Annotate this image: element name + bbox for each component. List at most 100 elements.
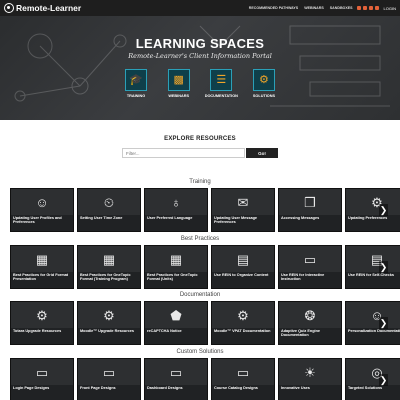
resource-carousel: ▦ Best Practices for Grid Format Presenta… [10, 245, 400, 289]
card-thumbnail: ▭ [279, 246, 341, 272]
card-title: Innovative Uses [281, 386, 310, 390]
gears-icon: ⚙ [36, 307, 48, 323]
resource-card[interactable]: ▭ Dashboard Designs [144, 358, 208, 400]
card-title: Use REIN to Organize Content [214, 273, 269, 277]
card-title: Targeted Solutions [348, 386, 383, 390]
go-button[interactable]: Go! [246, 148, 278, 158]
quick-link-solutions[interactable]: ⚙ SOLUTIONS [244, 69, 284, 98]
resource-card[interactable]: ⚙ Updating Preferences [345, 188, 400, 232]
resource-card[interactable]: ⚙ Moodle™ Upgrade Resources [77, 301, 141, 345]
nav-links: RECOMMENDED PATHWAYS WEBINARS SANDBOXES [249, 6, 353, 10]
nav-webinars[interactable]: WEBINARS [304, 6, 324, 10]
card-thumbnail: ▭ [145, 359, 207, 385]
card-title: Best Practices for OneTopic Format (Trai… [80, 273, 131, 282]
card-title: reCAPTCHA Notice [147, 329, 182, 333]
resource-card[interactable]: ▭ Use REIN for Interactive Instruction [278, 245, 342, 289]
card-thumbnail: ⚙ [346, 189, 400, 215]
resource-card[interactable]: ⬟ reCAPTCHA Notice [144, 301, 208, 345]
presentation-icon: ▩ [167, 69, 190, 91]
bulb-icon: ☀ [304, 364, 316, 380]
section-title: Training [189, 179, 211, 185]
resource-card[interactable]: ▭ Front Page Designs [77, 358, 141, 400]
card-title: Use REIN for Interactive Instruction [281, 273, 325, 282]
card-thumbnail: ☺ [346, 302, 400, 328]
resource-card[interactable]: ☀ Innovative Uses [278, 358, 342, 400]
resource-card[interactable]: ▤ Use REIN for Self-Checks [345, 245, 400, 289]
screen-icon: ▭ [303, 251, 317, 267]
card-thumbnail: ❂ [279, 302, 341, 328]
card-title: Updating User Message Preferences [214, 216, 258, 225]
screen-icon: ▭ [236, 364, 250, 380]
card-title: Best Practices for OneTopic Format (Unit… [147, 273, 198, 282]
resource-card[interactable]: ✉ Updating User Message Preferences [211, 188, 275, 232]
resource-card[interactable]: ⏲ Setting User Time Zone [77, 188, 141, 232]
card-thumbnail: ▭ [78, 359, 140, 385]
card-thumbnail: ▭ [11, 359, 73, 385]
card-thumbnail: ▦ [78, 246, 140, 272]
resource-card[interactable]: ☺ Personalization Documentation [345, 301, 400, 345]
resource-card[interactable]: ⚙ Totara Upgrade Resources [10, 301, 74, 345]
resource-card[interactable]: ◎ Targeted Solutions [345, 358, 400, 400]
brand-logo[interactable]: Remote-Learner [4, 3, 81, 13]
filter-input[interactable] [122, 148, 245, 158]
hero-subtitle: Remote-Learner's Client Information Port… [128, 52, 272, 60]
shield-icon: ⬟ [170, 307, 182, 323]
facebook-icon[interactable] [356, 6, 361, 10]
card-thumbnail: ▦ [11, 246, 73, 272]
quick-link-label: DOCUMENTATION [204, 94, 238, 98]
quick-link-documentation[interactable]: ☰ DOCUMENTATION [201, 69, 241, 98]
screen-icon: ▭ [35, 364, 49, 380]
card-thumbnail: ⚙ [212, 302, 274, 328]
screen-icon: ▭ [102, 364, 116, 380]
card-thumbnail: ▤ [346, 246, 400, 272]
resource-carousel: ☺ Updating User Profiles and Preferences ⏲… [10, 188, 400, 232]
quick-link-label: SOLUTIONS [252, 94, 276, 98]
chevron-right-icon[interactable]: ❯ [379, 317, 388, 329]
resource-card[interactable]: ▦ Best Practices for Grid Format Presenta… [10, 245, 74, 289]
hero-banner: LEARNING SPACES Remote-Learner's Client … [0, 16, 400, 120]
gears-icon: ⚙ [237, 307, 249, 323]
resource-card[interactable]: ❂ Adaptive Quiz Engine Documentation [278, 301, 342, 345]
quick-link-webinars[interactable]: ▩ WEBINARS [159, 69, 199, 98]
grid-icon: ▦ [102, 251, 116, 267]
resource-card[interactable]: ▭ Course Catalog Designs [211, 358, 275, 400]
resource-card[interactable]: ❒ Accessing Messages [278, 188, 342, 232]
card-thumbnail: ⚙ [11, 302, 73, 328]
login-link[interactable]: LOGIN [384, 6, 396, 11]
envelope-icon: ✉ [237, 194, 249, 210]
card-title: Best Practices for Grid Format Presentat… [13, 273, 69, 282]
resource-card[interactable]: ▦ Best Practices for OneTopic Format (Tra… [77, 245, 141, 289]
section-title: Best Practices [180, 236, 220, 242]
brand-name: Remote-Learner [16, 3, 82, 13]
chevron-right-icon[interactable]: ❯ [379, 204, 388, 216]
chat-icon: ❒ [304, 194, 316, 210]
youtube-icon[interactable] [374, 6, 379, 10]
resource-card[interactable]: ♁ User Preferred Language [144, 188, 208, 232]
nav-sandboxes[interactable]: SANDBOXES [330, 6, 353, 10]
hero-title: LEARNING SPACES [135, 36, 265, 51]
resource-card[interactable]: ▦ Best Practices for OneTopic Format (Uni… [144, 245, 208, 289]
top-nav: Remote-Learner RECOMMENDED PATHWAYS WEBI… [0, 0, 400, 16]
hero-background-icon [14, 25, 390, 107]
card-thumbnail: ▭ [212, 359, 274, 385]
gears-icon: ⚙ [103, 307, 115, 323]
chevron-right-icon[interactable]: ❯ [379, 374, 388, 386]
chevron-right-icon[interactable]: ❯ [379, 261, 388, 273]
card-title: Setting User Time Zone [80, 216, 123, 220]
card-thumbnail: ☺ [11, 189, 73, 215]
resource-carousel: ▭ Login Page Designs ▭ Front Page Designs ▭ D… [10, 358, 400, 400]
resource-card[interactable]: ☺ Updating User Profiles and Preferences [10, 188, 74, 232]
resource-card[interactable]: ⚙ Moodle™ VPAT Documentation [211, 301, 275, 345]
card-title: User Preferred Language [147, 216, 193, 220]
clock-icon: ⏲ [103, 194, 115, 210]
nav-recommended-pathways[interactable]: RECOMMENDED PATHWAYS [249, 6, 298, 10]
section-title: Custom Solutions [176, 349, 224, 355]
card-title: Moodle™ Upgrade Resources [80, 329, 135, 333]
screen-icon: ▭ [169, 364, 183, 380]
linkedin-icon[interactable] [368, 6, 373, 10]
resource-card[interactable]: ▭ Login Page Designs [10, 358, 74, 400]
section-title: Documentation [179, 292, 221, 298]
quick-link-training[interactable]: 🎓 TRAINING [116, 69, 156, 98]
twitter-icon[interactable] [362, 6, 367, 10]
resource-card[interactable]: ▤ Use REIN to Organize Content [211, 245, 275, 289]
